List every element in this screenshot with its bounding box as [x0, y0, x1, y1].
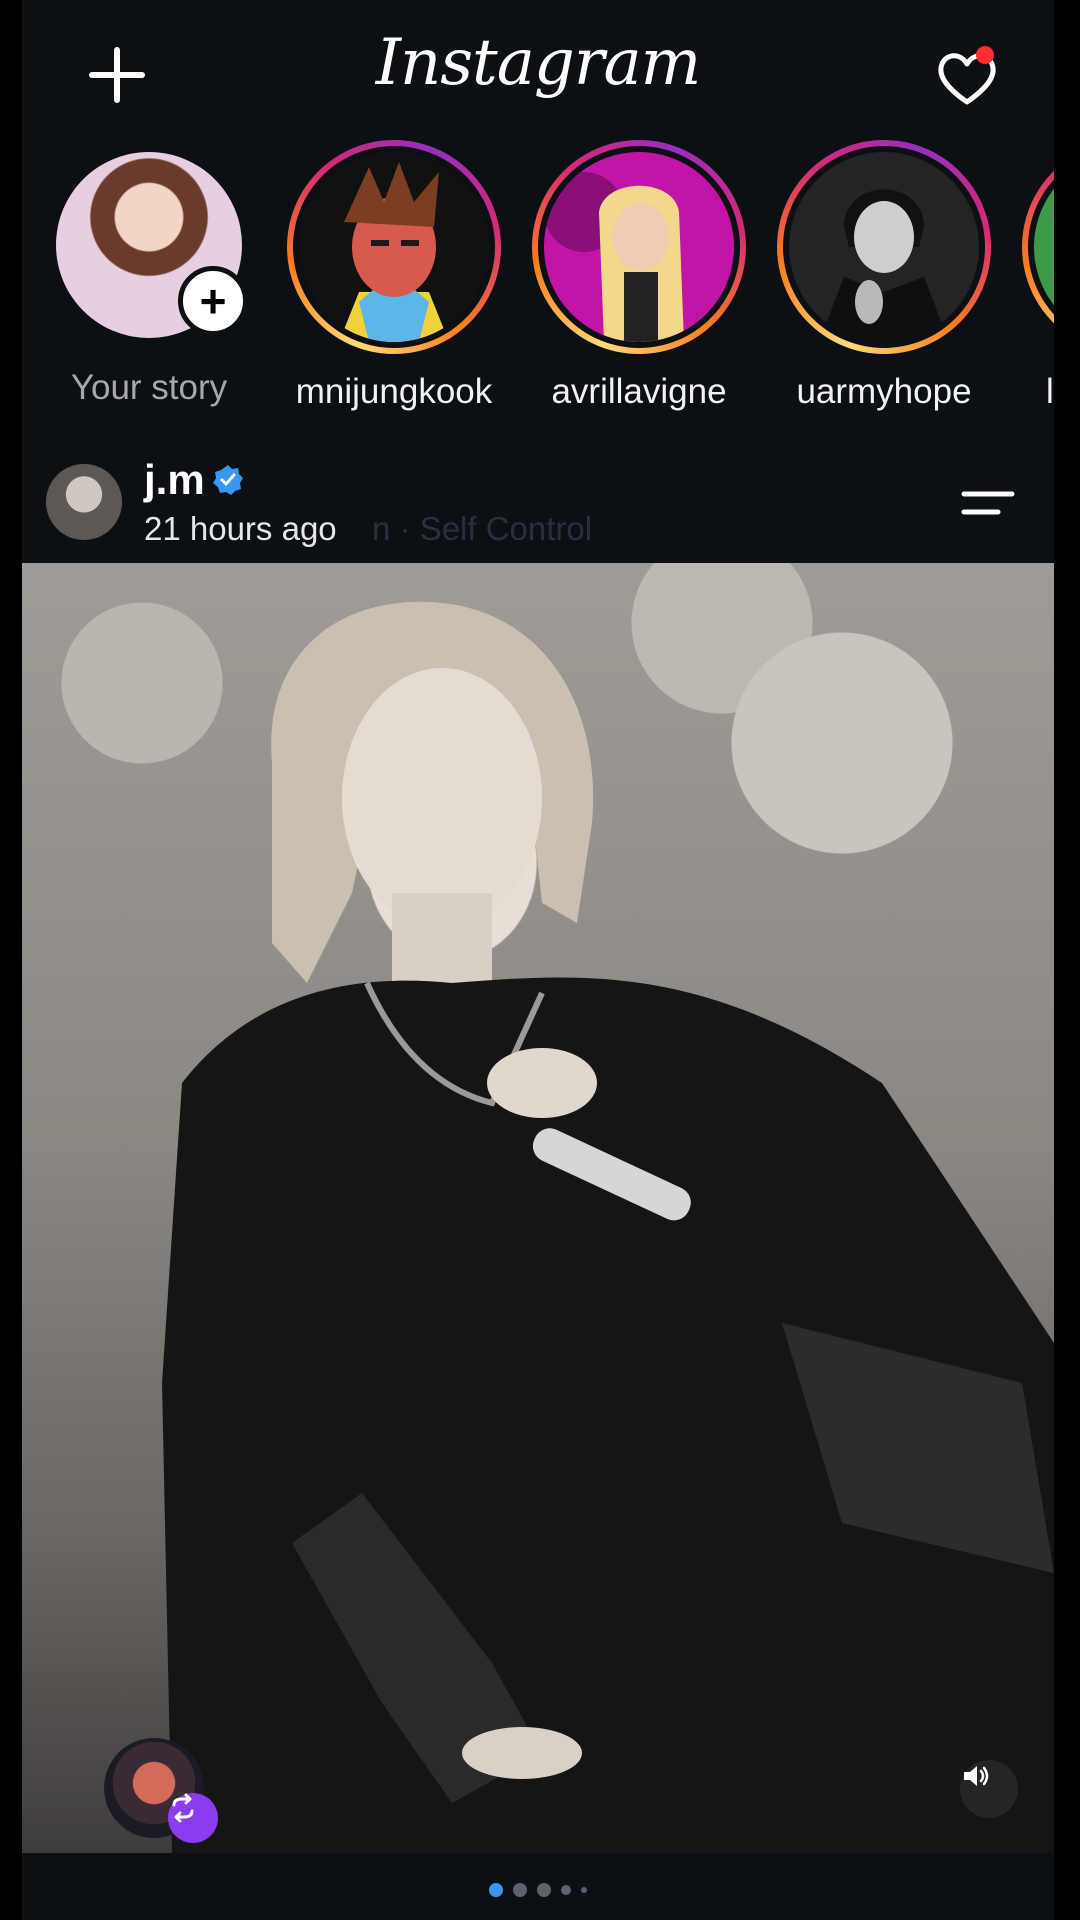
story-label: lo — [1046, 372, 1054, 411]
story-ring — [287, 140, 501, 354]
story-label: avrillavigne — [551, 372, 727, 411]
carousel-dot — [537, 1883, 551, 1897]
avatar — [544, 152, 734, 342]
notification-dot — [976, 46, 994, 64]
repost-icon — [172, 1793, 194, 1823]
post-header: j.m 21 hours ago n · Self Control — [22, 452, 1054, 564]
story-avrillavigne[interactable]: avrillavigne — [524, 140, 754, 412]
stories-tray[interactable]: + Your story mnijungkook avrillavigne ua… — [22, 140, 1054, 420]
story-uarmyhope[interactable]: uarmyhope — [769, 140, 999, 412]
post-timestamp: 21 hours ago — [144, 510, 337, 547]
story-label: Your story — [70, 368, 228, 407]
post-media[interactable] — [22, 563, 1054, 1853]
post-username[interactable]: j.m — [144, 456, 205, 504]
story-ring — [532, 140, 746, 354]
story-ring — [1022, 140, 1054, 354]
menu-icon — [961, 491, 1015, 515]
remix-badge — [168, 1793, 218, 1843]
verified-badge-icon — [213, 465, 243, 495]
post-photo-illustration — [162, 601, 1054, 1853]
avatar[interactable] — [46, 464, 122, 540]
story-your-story[interactable]: + Your story — [34, 140, 264, 408]
carousel-dot-active — [489, 1883, 503, 1897]
story-label: mnijungkook — [295, 372, 493, 411]
avatar — [1034, 152, 1054, 342]
top-bar: Instagram — [22, 0, 1054, 140]
add-story-plus-icon[interactable]: + — [178, 266, 248, 336]
carousel-indicator — [22, 1878, 1054, 1902]
post-options-button[interactable] — [958, 482, 1018, 526]
story-ring — [777, 140, 991, 354]
avatar — [789, 152, 979, 342]
app-logo: Instagram — [375, 26, 702, 100]
story-label: uarmyhope — [796, 372, 972, 411]
carousel-dot — [513, 1883, 527, 1897]
speaker-icon — [964, 1766, 989, 1786]
story-partial[interactable]: lo — [1014, 140, 1054, 412]
carousel-dot — [581, 1887, 587, 1893]
avatar — [299, 152, 489, 342]
sound-toggle-button[interactable] — [960, 1760, 1018, 1818]
audio-label: n · Self Control — [372, 510, 593, 547]
carousel-dot — [561, 1885, 571, 1895]
instagram-feed: Instagram + Your story mnijungkook avril… — [22, 0, 1054, 1920]
avatar: + — [56, 152, 248, 338]
story-mnijungkook[interactable]: mnijungkook — [279, 140, 509, 412]
